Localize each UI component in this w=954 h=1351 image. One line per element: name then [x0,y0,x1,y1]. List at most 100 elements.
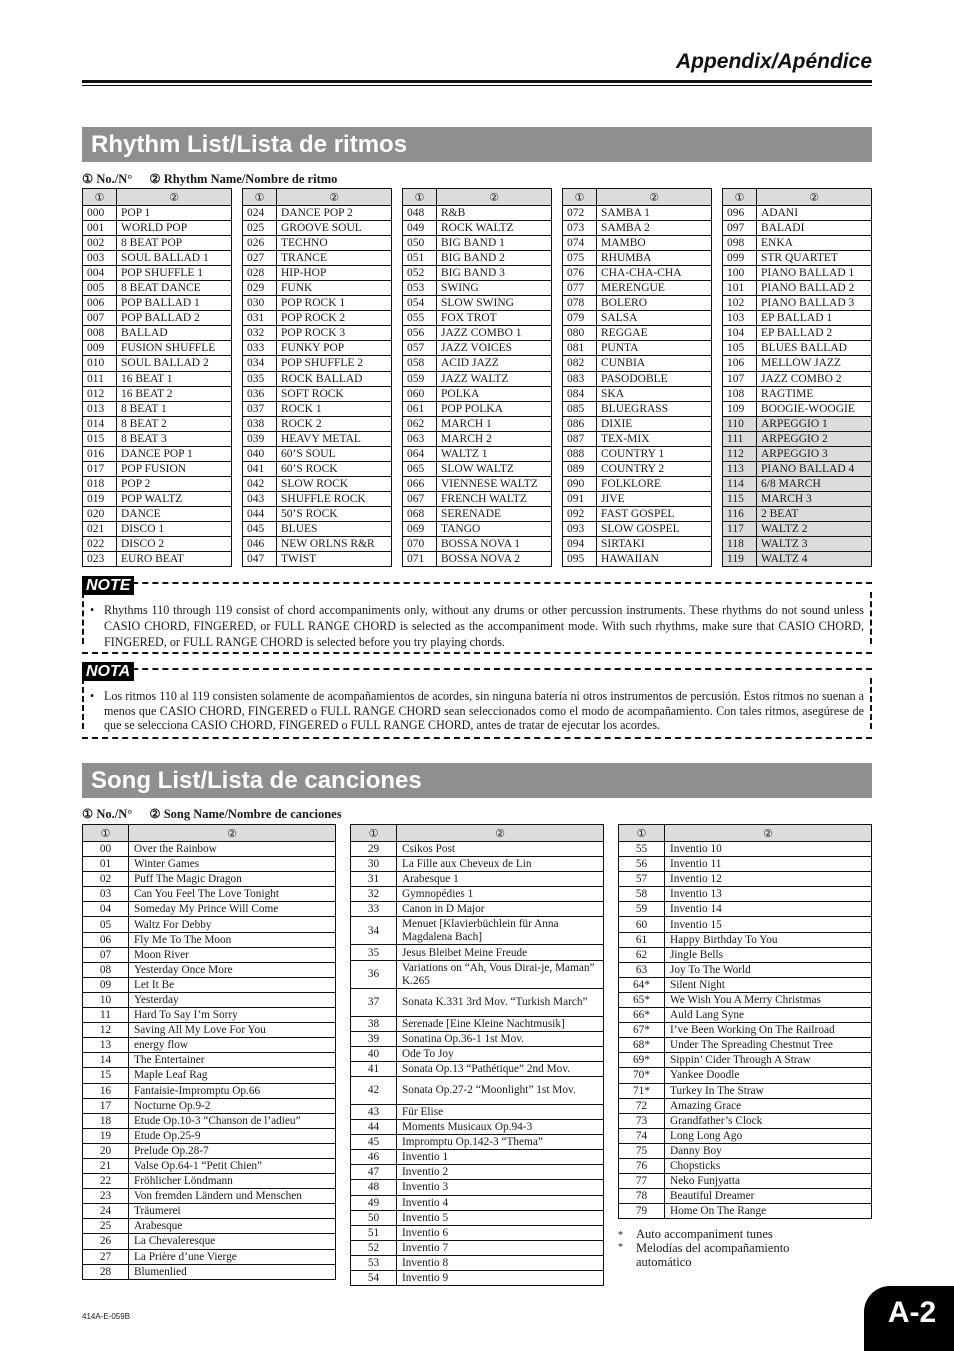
rhythm-name: 2 BEAT [756,505,872,522]
appendix-title: Appendix/Apéndice [675,50,872,73]
song-row: 76 Chopsticks [618,1157,872,1175]
song-row: 42 Sonata Op.27-2 “Moonlight” 1st Mov. [350,1075,604,1105]
rhythm-number: 064 [402,445,437,462]
rhythm-number: 049 [402,220,437,237]
song-row: 75 Danny Boy [618,1142,872,1159]
song-number: 08 [82,961,129,978]
rhythm-table: ① ② 024 DANCE POP 2 025 GROOVE SOUL 026 TECHNO 0… [242,188,392,568]
song-name: Sippin’ Cider Through A Straw [664,1052,872,1069]
nota-text: • Los ritmos 110 al 119 consisten solame… [90,689,864,733]
rhythm-row: 072 SAMBA 1 [562,204,712,222]
rhythm-number: 061 [402,400,437,417]
rhythm-row: 065 SLOW WALTZ [402,460,552,477]
song-number: 38 [350,1015,397,1032]
song-row: 03 Can You Feel The Love Tonight [82,886,336,903]
rhythm-row: 059 JAZZ WALTZ [402,370,552,387]
song-name: Moon River [128,946,336,963]
col-header-name: ② [116,188,232,206]
rhythm-number: 060 [402,385,437,402]
song-number: 00 [82,840,129,858]
song-number: 46 [350,1149,397,1166]
rhythm-name: ROCK 2 [276,415,392,432]
rhythm-name: 8 BEAT POP [116,235,232,252]
rhythm-name: DISCO 1 [116,520,232,538]
song-name: Grandfather’s Clock [664,1112,872,1129]
rhythm-row: 075 RHUMBA [562,250,712,267]
rhythm-number: 005 [82,280,117,297]
song-number: 56 [618,856,665,873]
rhythm-name: PASODOBLE [596,370,712,387]
song-name: La Chevaleresque [128,1233,336,1250]
rhythm-name: ROCK 1 [276,400,392,417]
rhythm-row: 062 MARCH 1 [402,415,552,432]
song-number: 72 [618,1097,665,1114]
song-row: 38 Serenade [Eine Kleine Nachtmusik] [350,1015,604,1032]
song-name: Für Elise [396,1103,604,1121]
rhythm-name: DANCE [116,505,232,522]
rhythm-row: 012 16 BEAT 2 [82,385,232,402]
rhythm-name: REGGAE [596,325,712,342]
rhythm-number: 082 [562,355,597,372]
rhythm-name: POP 1 [116,204,232,222]
rhythm-number: 041 [242,460,277,477]
rhythm-number: 047 [242,551,277,568]
rhythm-number: 091 [562,490,597,507]
rhythm-number: 110 [722,415,757,432]
rhythm-name: POP ROCK 3 [276,325,392,342]
rhythm-number: 019 [82,490,117,507]
rhythm-number: 006 [82,295,117,312]
rhythm-row: 111 ARPEGGIO 2 [722,430,872,447]
song-row: 23 Von fremden Ländern und Menschen [82,1188,336,1205]
rhythm-row: 064 WALTZ 1 [402,445,552,462]
rhythm-name: FAST GOSPEL [596,505,712,522]
rhythm-row: 110 ARPEGGIO 1 [722,415,872,432]
rhythm-row: 020 DANCE [82,505,232,522]
rhythm-name: JAZZ VOICES [436,340,552,357]
rhythm-row: 094 SIRTAKI [562,536,712,553]
rhythm-number: 089 [562,460,597,477]
rhythm-number: 027 [242,250,277,267]
rhythm-name: TRANCE [276,250,392,267]
rhythm-name: POP 2 [116,475,232,492]
rhythm-row: 026 TECHNO [242,235,392,252]
rhythm-row: 010 SOUL BALLAD 2 [82,355,232,372]
rhythm-number: 037 [242,400,277,417]
rhythm-row: 021 DISCO 1 [82,520,232,538]
song-number: 47 [350,1164,397,1181]
song-name: Sonata Op.13 “Pathétique” 2nd Mov. [396,1060,604,1077]
document-code: 414A-E-059B [82,1312,131,1321]
rhythm-name: COUNTRY 1 [596,445,712,462]
song-name: Inventio 2 [396,1164,604,1181]
song-row: 63 Joy To The World [618,961,872,978]
rhythm-row: 114 6/8 MARCH [722,475,872,492]
song-name: Chopsticks [664,1157,872,1175]
song-number: 64* [618,976,665,993]
song-row: 77 Neko Funjyatta [618,1173,872,1190]
rhythm-name: SALSA [596,310,712,327]
rhythm-number: 028 [242,265,277,282]
song-row: 61 Happy Birthday To You [618,931,872,948]
song-number: 41 [350,1060,397,1077]
song-row: 57 Inventio 12 [618,871,872,888]
song-name: Fröhlicher Löndmann [128,1173,336,1190]
song-name: Träumerei [128,1203,336,1220]
rhythm-name: GROOVE SOUL [276,220,392,237]
rhythm-row: 049 ROCK WALTZ [402,220,552,237]
rhythm-name: WORLD POP [116,220,232,237]
song-row: 09 Let It Be [82,976,336,993]
song-number: 61 [618,931,665,948]
song-row: 72 Amazing Grace [618,1097,872,1114]
song-number: 13 [82,1037,129,1054]
rhythm-name: ARPEGGIO 2 [756,430,872,447]
rhythm-number: 100 [722,265,757,282]
rhythm-row: 080 REGGAE [562,325,712,342]
song-number: 22 [82,1173,129,1190]
rhythm-row: 074 MAMBO [562,235,712,252]
col-header-name: ② [276,188,392,206]
song-name: Auld Lang Syne [664,1007,872,1024]
rhythm-row: 007 POP BALLAD 2 [82,310,232,327]
rhythm-name: SAMBA 2 [596,220,712,237]
rhythm-number: 099 [722,250,757,267]
song-number: 11 [82,1007,129,1024]
song-name: Inventio 6 [396,1224,604,1241]
